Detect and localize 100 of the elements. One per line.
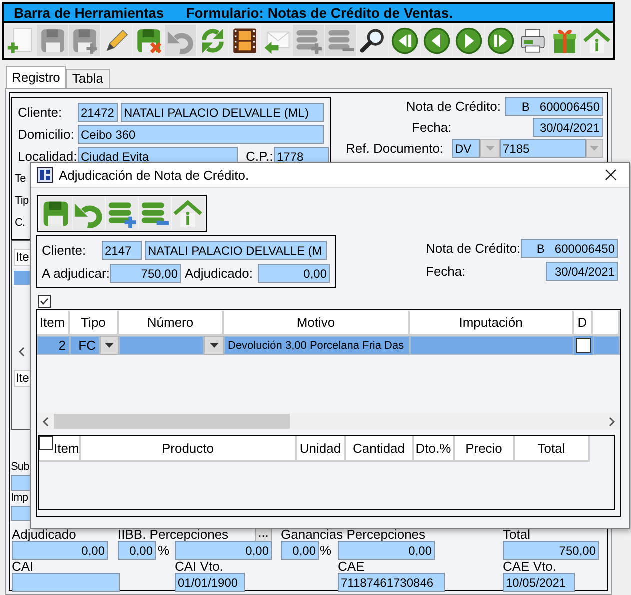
column-header[interactable]: Número — [119, 311, 224, 336]
input-field[interactable]: DV — [452, 139, 480, 158]
table-cell: FC — [70, 336, 100, 355]
floppy-x-icon — [134, 26, 162, 54]
input-field[interactable]: 2147 — [102, 241, 142, 260]
input-field[interactable]: 0,00 — [258, 264, 330, 283]
chevron-left-icon[interactable] — [18, 347, 26, 357]
field-label: CAE Vto. — [503, 559, 556, 574]
input-field[interactable]: 0,00 — [12, 541, 108, 560]
toolbar-button[interactable] — [485, 25, 516, 56]
input-field[interactable]: 10/05/2021 — [503, 573, 575, 592]
column-header[interactable]: Tipo — [70, 311, 119, 336]
column-header[interactable]: D — [574, 311, 593, 336]
column-header[interactable]: Precio — [455, 436, 515, 462]
field-label: Fecha: — [426, 264, 466, 279]
field-label: Ganancias Percepciones — [281, 526, 426, 542]
field-label: % — [158, 543, 170, 558]
field-label: Domicilio: — [18, 127, 74, 142]
toolbar-button[interactable] — [229, 25, 260, 56]
field-label: Adjudicado — [12, 526, 76, 542]
input-field[interactable]: 0,00 — [338, 541, 435, 560]
checkbox[interactable] — [39, 436, 53, 450]
input-field[interactable]: 71187461730846 — [338, 573, 445, 592]
column-header[interactable]: Total — [515, 436, 590, 462]
skip-back-icon — [390, 26, 418, 54]
dropdown-button[interactable] — [100, 336, 119, 355]
input-field[interactable]: 750,00 — [503, 541, 599, 560]
floppy-plus-icon — [70, 26, 98, 54]
field-label: % — [320, 543, 332, 558]
column-header[interactable]: Dto.% — [414, 436, 455, 462]
home-icon — [173, 198, 203, 228]
toolbar-button[interactable] — [421, 25, 452, 56]
input-field[interactable] — [12, 573, 120, 592]
column-header[interactable]: Imputación — [410, 311, 574, 336]
dialog-title: Adjudicación de Nota de Crédito. — [59, 168, 250, 182]
input-field[interactable]: NATALI PALACIO DELVALLE (ML) — [121, 103, 324, 122]
field-label: Imp — [11, 491, 28, 506]
field-label: Tip — [15, 194, 29, 206]
toolbar-title: Barra de Herramientas — [14, 4, 164, 20]
input-field[interactable]: 30/04/2021 — [546, 262, 618, 281]
checkbox[interactable] — [576, 338, 591, 353]
input-field[interactable]: 0,00 — [118, 541, 156, 560]
input-field[interactable]: 21472 — [78, 103, 118, 122]
field-label: Nota de Crédito: — [406, 99, 501, 114]
toolbar-button[interactable] — [517, 25, 548, 56]
column-header — [593, 311, 620, 336]
field-label: Sub — [11, 460, 30, 475]
field-label: Te — [15, 172, 26, 184]
field-label: Localidad: — [18, 149, 78, 164]
column-header[interactable]: Unidad — [297, 436, 346, 462]
home-icon — [582, 26, 610, 54]
field-label: Ref. Documento: — [346, 141, 444, 156]
field-label: Total — [503, 526, 530, 542]
input-field[interactable]: 7185 — [500, 139, 586, 158]
app-icon — [37, 167, 53, 183]
input-field[interactable]: 0,00 — [175, 541, 272, 560]
toolbar-button[interactable] — [389, 25, 420, 56]
form-title: Formulario: Notas de Crédito de Ventas. — [186, 4, 454, 20]
previous-icon — [422, 26, 450, 54]
toolbar-button[interactable] — [101, 25, 132, 56]
caret-icon — [210, 343, 218, 348]
scroll-thumb[interactable] — [54, 414, 290, 429]
chevron-left-icon[interactable] — [42, 416, 50, 426]
column-header[interactable]: Cantidad — [346, 436, 414, 462]
checkbox[interactable] — [38, 295, 51, 308]
input-field[interactable]: 0,00 — [281, 541, 319, 560]
field-label: Nota de Crédito: — [426, 241, 521, 256]
page-plus-icon — [6, 26, 34, 54]
printer-icon — [518, 26, 546, 54]
column-header[interactable]: Producto — [81, 436, 297, 462]
input-field[interactable]: 30/04/2021 — [533, 118, 603, 137]
table-row[interactable]: 2 FC Devolución 3,00 Porcelana Fria Das — [37, 336, 620, 355]
caret-icon — [590, 146, 599, 151]
toolbar-button[interactable] — [357, 25, 388, 56]
next-icon — [454, 26, 482, 54]
field-label: CAI Vto. — [175, 559, 224, 574]
field-label: Adjudicado: — [185, 266, 253, 281]
input-field[interactable]: 01/01/1900 — [175, 573, 245, 592]
horizontal-scrollbar[interactable] — [37, 413, 620, 430]
floppy-icon — [38, 26, 66, 54]
field-label: CAE — [338, 559, 365, 574]
tab[interactable]: Tabla — [66, 69, 110, 88]
chevron-right-icon[interactable] — [608, 416, 616, 426]
film-icon — [230, 26, 258, 54]
input-field[interactable]: Ceibo 360 — [78, 125, 324, 144]
column-header[interactable]: Item — [37, 311, 70, 336]
dropdown-button[interactable] — [204, 336, 224, 355]
close-icon[interactable] — [605, 169, 617, 181]
toolbar-button[interactable] — [453, 25, 484, 56]
tab[interactable]: Registro — [6, 66, 66, 88]
caret-icon — [105, 343, 114, 348]
field-label: Fecha: — [412, 120, 452, 135]
input-field[interactable]: B 600006450 — [505, 97, 603, 116]
input-field[interactable]: 750,00 — [110, 264, 181, 283]
input-field[interactable]: NATALI PALACIO DELVALLE (M — [145, 241, 327, 260]
field-label: A adjudicar: — [42, 266, 110, 281]
input-field[interactable]: B 600006450 — [521, 239, 618, 258]
table-cell: 2 — [37, 336, 70, 355]
field-label: C.P.: — [246, 149, 274, 164]
column-header[interactable]: Motivo — [224, 311, 410, 336]
